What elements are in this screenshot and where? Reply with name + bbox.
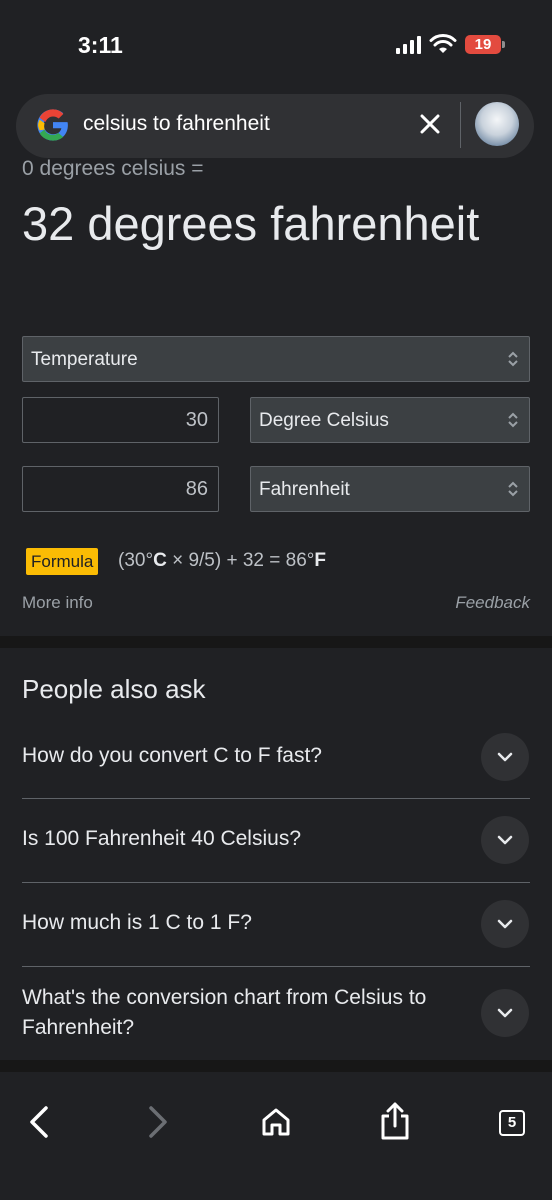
unit-type-select[interactable]: Temperature (22, 336, 530, 382)
from-unit-label: Degree Celsius (259, 410, 389, 431)
select-arrows-icon (508, 481, 518, 497)
section-separator (0, 1060, 552, 1072)
google-logo-icon (36, 108, 70, 147)
battery-tip (502, 41, 505, 48)
paa-question-text: Is 100 Fahrenheit 40 Celsius? (22, 827, 301, 850)
to-unit-label: Fahrenheit (259, 479, 350, 500)
formula-part: (30° (118, 550, 154, 571)
conversion-result: 32 degrees fahrenheit (22, 197, 480, 250)
search-divider (460, 102, 461, 148)
select-arrows-icon (508, 351, 518, 367)
from-unit-select[interactable]: Degree Celsius (250, 397, 530, 443)
close-icon[interactable] (417, 111, 443, 142)
feedback-link[interactable]: Feedback (455, 593, 530, 613)
paa-question-text: How much is 1 C to 1 F? (22, 911, 252, 934)
section-separator (0, 636, 552, 648)
formula-part: × 9/5) + 32 = 86° (166, 550, 315, 571)
paa-question-item[interactable]: How much is 1 C to 1 F? (0, 883, 552, 967)
share-icon[interactable] (378, 1101, 412, 1146)
chevron-down-icon[interactable] (481, 900, 529, 948)
conversion-source-text: 0 degrees celsius = (22, 157, 204, 180)
status-time: 3:11 (78, 32, 123, 58)
forward-arrow-icon[interactable] (143, 1104, 171, 1145)
paa-question-text: How do you convert C to F fast? (22, 744, 322, 767)
chevron-down-icon[interactable] (481, 989, 529, 1037)
search-query-text[interactable]: celsius to fahrenheit (83, 112, 270, 136)
paa-question-text: What's the conversion chart from Celsius… (22, 986, 427, 1039)
paa-question-item[interactable]: What's the conversion chart from Celsius… (0, 967, 552, 1060)
chevron-down-icon[interactable] (481, 816, 529, 864)
select-arrows-icon (508, 412, 518, 428)
chevron-down-icon[interactable] (481, 733, 529, 781)
back-arrow-icon[interactable] (26, 1104, 54, 1145)
unit-type-label: Temperature (31, 349, 138, 370)
people-also-ask-heading: People also ask (22, 674, 206, 704)
to-value-input[interactable]: 86 (22, 466, 219, 512)
paa-question-item[interactable]: How do you convert C to F fast? (0, 716, 552, 799)
from-value-input[interactable]: 30 (22, 397, 219, 443)
home-icon[interactable] (259, 1105, 293, 1144)
wifi-icon (429, 34, 457, 59)
avatar[interactable] (475, 102, 519, 146)
to-unit-select[interactable]: Fahrenheit (250, 466, 530, 512)
formula-badge: Formula (26, 548, 99, 575)
tabs-icon[interactable]: 5 (499, 1110, 525, 1136)
formula-text: (30°C × 9/5) + 32 = 86°F (118, 550, 326, 572)
paa-question-item[interactable]: Is 100 Fahrenheit 40 Celsius? (0, 799, 552, 883)
more-info-link[interactable]: More info (22, 593, 93, 613)
formula-unit-c: C (153, 550, 167, 571)
formula-unit-f: F (314, 550, 326, 571)
signal-icon (396, 36, 422, 59)
battery-icon: 19 (465, 35, 501, 54)
